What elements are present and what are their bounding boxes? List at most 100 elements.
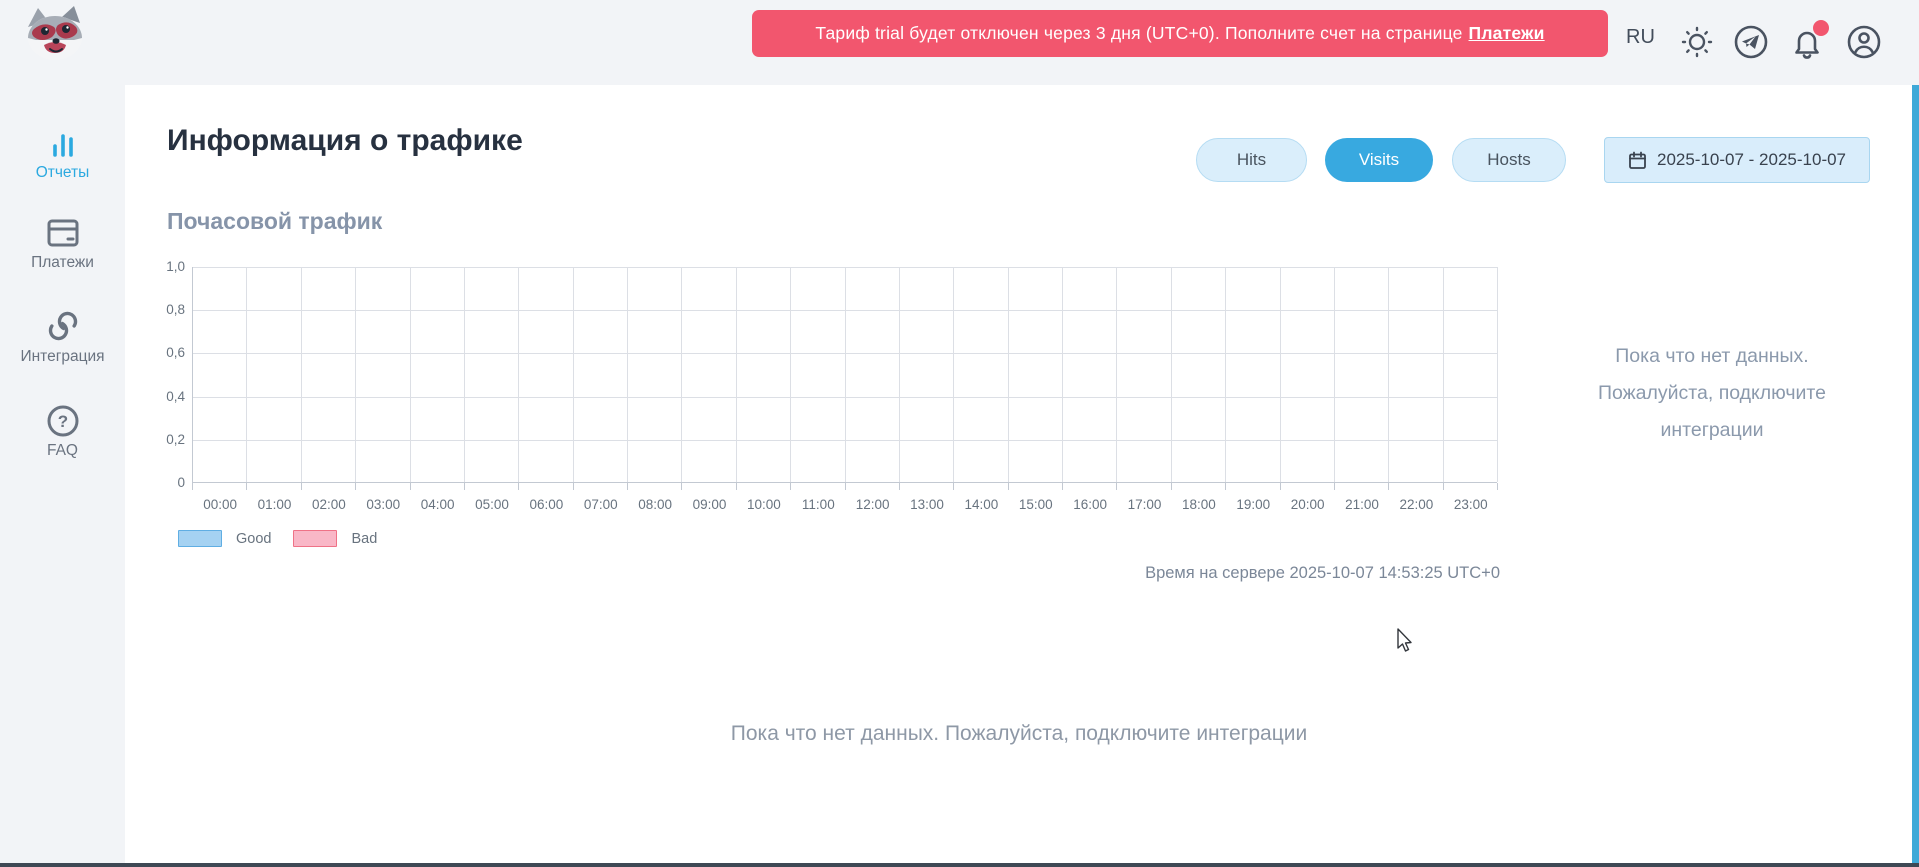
hosts-button[interactable]: Hosts [1452, 138, 1566, 182]
sidebar-item-label: Интеграция [0, 348, 125, 366]
grid-vline [790, 267, 791, 482]
x-axis-tick [1171, 483, 1172, 490]
x-axis-tick [1334, 483, 1335, 490]
sidebar-item-label: FAQ [0, 442, 125, 460]
theme-toggle-sun-icon[interactable] [1679, 24, 1715, 60]
x-axis-tick [355, 483, 356, 490]
date-range-value: 2025-10-07 - 2025-10-07 [1657, 150, 1846, 170]
legend-entry-good: Good [178, 530, 271, 547]
no-data-line: интеграции [1528, 412, 1896, 449]
page-title: Информация о трафике [167, 124, 523, 158]
grid-vline [1497, 267, 1498, 482]
app-window: Тариф trial будет отключен через 3 дня (… [0, 0, 1919, 867]
integration-link-icon [45, 308, 81, 344]
date-range-picker[interactable]: 2025-10-07 - 2025-10-07 [1604, 137, 1870, 183]
question-circle-icon: ? [46, 404, 80, 438]
x-axis-tick [845, 483, 846, 490]
x-axis-tick [681, 483, 682, 490]
grid-vline [1225, 267, 1226, 482]
section-title: Почасовой трафик [167, 208, 382, 235]
y-tick-label: 0,4 [147, 389, 185, 404]
x-axis-tick [246, 483, 247, 490]
y-tick-label: 0 [147, 475, 185, 490]
bar-chart-icon [46, 126, 80, 160]
hits-button[interactable]: Hits [1196, 138, 1307, 182]
x-axis-tick [573, 483, 574, 490]
grid-vline [681, 267, 682, 482]
grid-vline [1008, 267, 1009, 482]
grid-hline [193, 267, 1497, 268]
grid-vline [1116, 267, 1117, 482]
grid-vline [1171, 267, 1172, 482]
x-axis-tick [1388, 483, 1389, 490]
raccoon-logo[interactable] [22, 5, 88, 61]
telegram-icon[interactable] [1733, 24, 1769, 60]
grid-vline [627, 267, 628, 482]
grid-hline [193, 440, 1497, 441]
vertical-scrollbar[interactable] [1912, 85, 1919, 863]
x-axis-tick [1008, 483, 1009, 490]
grid-vline [953, 267, 954, 482]
grid-vline [1443, 267, 1444, 482]
no-data-line: Пожалуйста, подключите [1528, 375, 1896, 412]
grid-vline [573, 267, 574, 482]
grid-vline [355, 267, 356, 482]
legend-label: Good [236, 531, 271, 547]
sidebar-item-faq[interactable]: ? FAQ [0, 404, 125, 460]
grid-vline [1280, 267, 1281, 482]
trial-warning-banner: Тариф trial будет отключен через 3 дня (… [752, 10, 1608, 57]
grid-vline [1062, 267, 1063, 482]
legend-entry-bad: Bad [293, 530, 377, 547]
x-axis-tick [1280, 483, 1281, 490]
good-swatch [178, 530, 222, 547]
notifications-bell-icon[interactable] [1789, 24, 1825, 60]
x-axis-tick [899, 483, 900, 490]
sidebar-item-label: Платежи [0, 254, 125, 272]
sidebar-item-integration[interactable]: Интеграция [0, 308, 125, 366]
bad-swatch [293, 530, 337, 547]
y-tick-label: 0,2 [147, 432, 185, 447]
x-axis-tick [1497, 483, 1498, 490]
trial-warning-text: Тариф trial будет отключен через 3 дня (… [815, 23, 1462, 44]
bottom-window-strip [0, 863, 1919, 867]
x-axis-tick [410, 483, 411, 490]
calendar-icon [1628, 151, 1647, 170]
x-axis-tick [736, 483, 737, 490]
language-switcher[interactable]: RU [1626, 26, 1655, 49]
svg-text:?: ? [57, 412, 67, 431]
x-axis-tick [1062, 483, 1063, 490]
x-axis-tick [953, 483, 954, 490]
notification-dot [1813, 20, 1829, 36]
server-time: Время на сервере 2025-10-07 14:53:25 UTC… [1097, 564, 1500, 583]
x-axis-tick [627, 483, 628, 490]
x-tick-label: 23:00 [1439, 497, 1503, 512]
grid-vline [845, 267, 846, 482]
grid-hline [193, 397, 1497, 398]
grid-vline [899, 267, 900, 482]
payments-link[interactable]: Платежи [1469, 23, 1545, 44]
chart-no-data-message: Пока что нет данных. Пожалуйста, подключ… [1528, 338, 1896, 449]
legend-label: Bad [351, 531, 377, 547]
grid-vline [1334, 267, 1335, 482]
credit-card-icon [44, 216, 82, 250]
grid-hline [193, 353, 1497, 354]
visits-button[interactable]: Visits [1325, 138, 1433, 182]
y-tick-label: 0,6 [147, 345, 185, 360]
x-axis-tick [1443, 483, 1444, 490]
x-axis-tick [1225, 483, 1226, 490]
footer-no-data-message: Пока что нет данных. Пожалуйста, подключ… [125, 722, 1913, 746]
sidebar-item-payments[interactable]: Платежи [0, 216, 125, 272]
grid-vline [301, 267, 302, 482]
x-axis-tick [192, 483, 193, 490]
sidebar-item-reports[interactable]: Отчеты [0, 126, 125, 182]
grid-vline [518, 267, 519, 482]
no-data-line: Пока что нет данных. [1528, 338, 1896, 375]
y-tick-label: 1,0 [147, 259, 185, 274]
account-icon[interactable] [1846, 24, 1882, 60]
x-axis-tick [790, 483, 791, 490]
grid-vline [736, 267, 737, 482]
grid-vline [246, 267, 247, 482]
plot-area: 1,00,80,60,40,2000:0001:0002:0003:0004:0… [192, 267, 1497, 483]
y-tick-label: 0,8 [147, 302, 185, 317]
sidebar-item-label: Отчеты [0, 164, 125, 182]
